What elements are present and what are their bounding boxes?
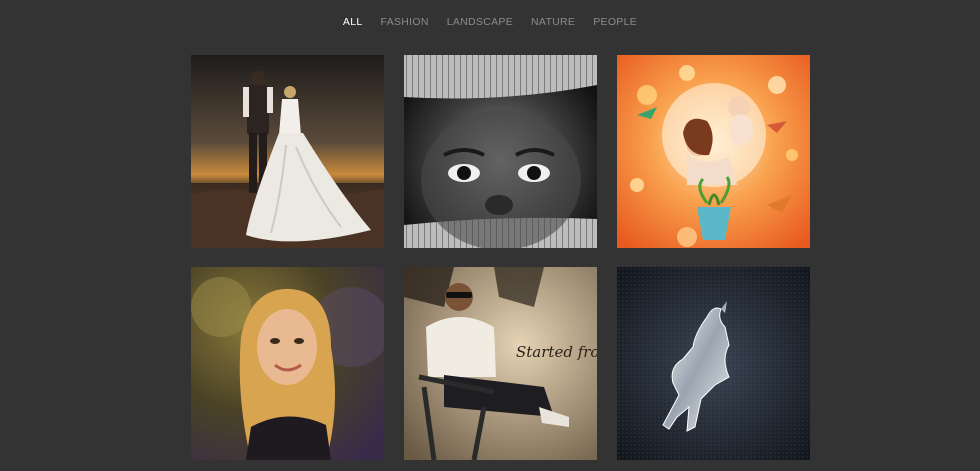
gallery-item-wedding-couple[interactable]	[191, 55, 384, 248]
filter-fashion[interactable]: FASHION	[372, 16, 438, 28]
gallery-item-blonde-woman[interactable]	[191, 267, 384, 460]
gallery-item-horse-emblem[interactable]	[617, 267, 810, 460]
gallery-item-child-face[interactable]	[404, 55, 597, 248]
gallery-item-man-sunglasses[interactable]: Started from the Bottom	[404, 267, 597, 460]
blonde-woman-image	[191, 267, 384, 460]
filter-people[interactable]: PEOPLE	[584, 16, 646, 28]
gallery-item-mother-baby[interactable]	[617, 55, 810, 248]
filter-all[interactable]: ALL	[334, 16, 372, 28]
child-face-image	[404, 55, 597, 248]
filter-nature[interactable]: NATURE	[522, 16, 584, 28]
mother-baby-image	[617, 55, 810, 248]
man-sunglasses-image: Started from the Bottom	[404, 267, 597, 460]
horse-emblem-image	[617, 267, 810, 460]
filter-nav: ALL FASHION LANDSCAPE NATURE PEOPLE	[0, 0, 980, 44]
filter-landscape[interactable]: LANDSCAPE	[438, 16, 522, 28]
graffiti-text: Started from the Bottom	[516, 343, 597, 361]
wedding-couple-image	[191, 55, 384, 248]
